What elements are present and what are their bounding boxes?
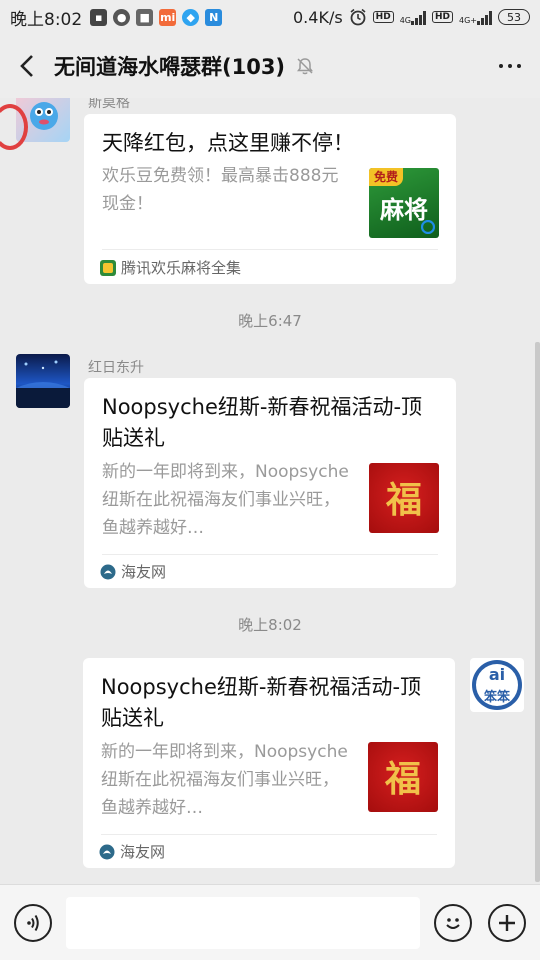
voice-button[interactable] <box>14 904 52 942</box>
emoji-icon <box>446 918 460 929</box>
net-speed: 0.4K/s <box>293 7 343 27</box>
chat-header: 无间道海水嘚瑟群(103) <box>0 34 540 98</box>
signal-icon-2 <box>477 10 492 25</box>
signal-icon-1 <box>410 10 426 25</box>
card-separator <box>102 249 438 250</box>
card-source-name: 海友网 <box>121 563 167 581</box>
link-card[interactable]: Noopsyche纽斯-新春祝福活动-顶贴送礼 新的一年即将到来，Noopsyc… <box>83 658 455 868</box>
more-dot <box>499 64 503 68</box>
card-separator <box>102 554 438 555</box>
chat-scrollbar[interactable] <box>535 342 540 882</box>
chat-title: 无间道海水嘚瑟群(103) <box>54 55 286 79</box>
card-description: 新的一年即将到来，Noopsyche纽斯在此祝福海友们事业兴旺，鱼越养越好… <box>102 462 349 538</box>
card-source-name: 海友网 <box>120 843 166 861</box>
card-description: 新的一年即将到来，Noopsyche纽斯在此祝福海友们事业兴旺，鱼越养越好… <box>101 742 348 818</box>
link-card[interactable]: 天降红包，点这里赚不停！ 欢乐豆免费领！最高暴击888元现金！ 免费 麻将 腾讯… <box>84 114 456 284</box>
bell-muted-icon <box>297 58 314 75</box>
hd-badge-2: HD <box>431 11 453 23</box>
avatar-image <box>16 360 70 408</box>
card-source: 腾讯欢乐麻将全集 <box>100 257 241 278</box>
mahjong-app-icon <box>100 259 116 276</box>
card-title: 天降红包，点这里赚不停！ <box>102 131 354 155</box>
status-time: 晚上8:02 <box>10 9 83 30</box>
avatar-hongri[interactable] <box>16 354 70 408</box>
card-description: 欢乐豆免费领！最高暴击888元现金！ <box>102 166 339 214</box>
mi-notification-icon: mi <box>159 8 177 26</box>
input-bar <box>0 884 540 960</box>
more-dot <box>517 64 521 68</box>
hd-badge-1: HD <box>372 11 394 23</box>
avatar-self[interactable]: ai 笨笨 <box>470 658 524 712</box>
card-thumbnail: 福 <box>369 463 439 533</box>
avatar-text: 笨笨 <box>483 690 510 705</box>
card-thumbnail: 免费 麻将 <box>369 168 439 238</box>
thumb-text: 福 <box>384 758 421 800</box>
alarm-icon <box>350 8 366 26</box>
emoji-button[interactable] <box>434 904 472 942</box>
svg-text:ai: ai <box>489 665 505 684</box>
haiyou-logo-icon <box>99 844 115 859</box>
status-bar: 晚上8:02 ▪ ● ■ mi ◆ N 0.4K/s HD 4G HD 4G+ … <box>0 0 540 34</box>
thumb-text: 福 <box>385 479 422 521</box>
add-icon <box>499 915 515 931</box>
message-input[interactable] <box>66 897 420 949</box>
more-dot <box>508 64 512 68</box>
thumb-tag: 免费 <box>369 168 403 186</box>
card-thumbnail: 福 <box>368 742 438 812</box>
card-title: Noopsyche纽斯-新春祝福活动-顶贴送礼 <box>102 395 423 450</box>
sender-name: 斯莫格 <box>88 98 130 111</box>
card-source: 海友网 <box>99 841 165 862</box>
tencent-logo-icon <box>421 220 435 234</box>
browser-notification-icon: ◆ <box>182 8 200 26</box>
net-type-2: 4G+ <box>459 15 477 25</box>
back-arrow-icon <box>20 55 33 77</box>
sender-name: 红日东升 <box>88 360 144 376</box>
message-notification-icon: ▪ <box>90 8 108 26</box>
card-title: Noopsyche纽斯-新春祝福活动-顶贴送礼 <box>101 675 422 730</box>
card-source-name: 腾讯欢乐麻将全集 <box>121 259 242 277</box>
wechat-notification-icon: ● <box>113 8 131 26</box>
chat-area[interactable]: 斯莫格 天降红包，点这里赚不停！ 欢乐豆免费领！最高暴击888元现金！ 免费 麻… <box>0 98 540 884</box>
voice-icon <box>27 914 39 932</box>
app-notification-icon: ■ <box>136 8 154 26</box>
haiyou-logo-icon <box>100 564 116 579</box>
card-source: 海友网 <box>100 561 166 582</box>
net-type-1: 4G <box>399 15 411 25</box>
battery-indicator: 53 <box>498 9 530 25</box>
add-button[interactable] <box>488 904 526 942</box>
back-button[interactable] <box>0 34 54 98</box>
card-separator <box>101 834 437 835</box>
more-button[interactable] <box>480 34 540 98</box>
timestamp: 晚上8:02 <box>238 616 302 634</box>
link-card[interactable]: Noopsyche纽斯-新春祝福活动-顶贴送礼 新的一年即将到来，Noopsyc… <box>84 378 456 588</box>
timestamp: 晚上6:47 <box>238 312 302 330</box>
news-notification-icon: N <box>205 8 223 26</box>
